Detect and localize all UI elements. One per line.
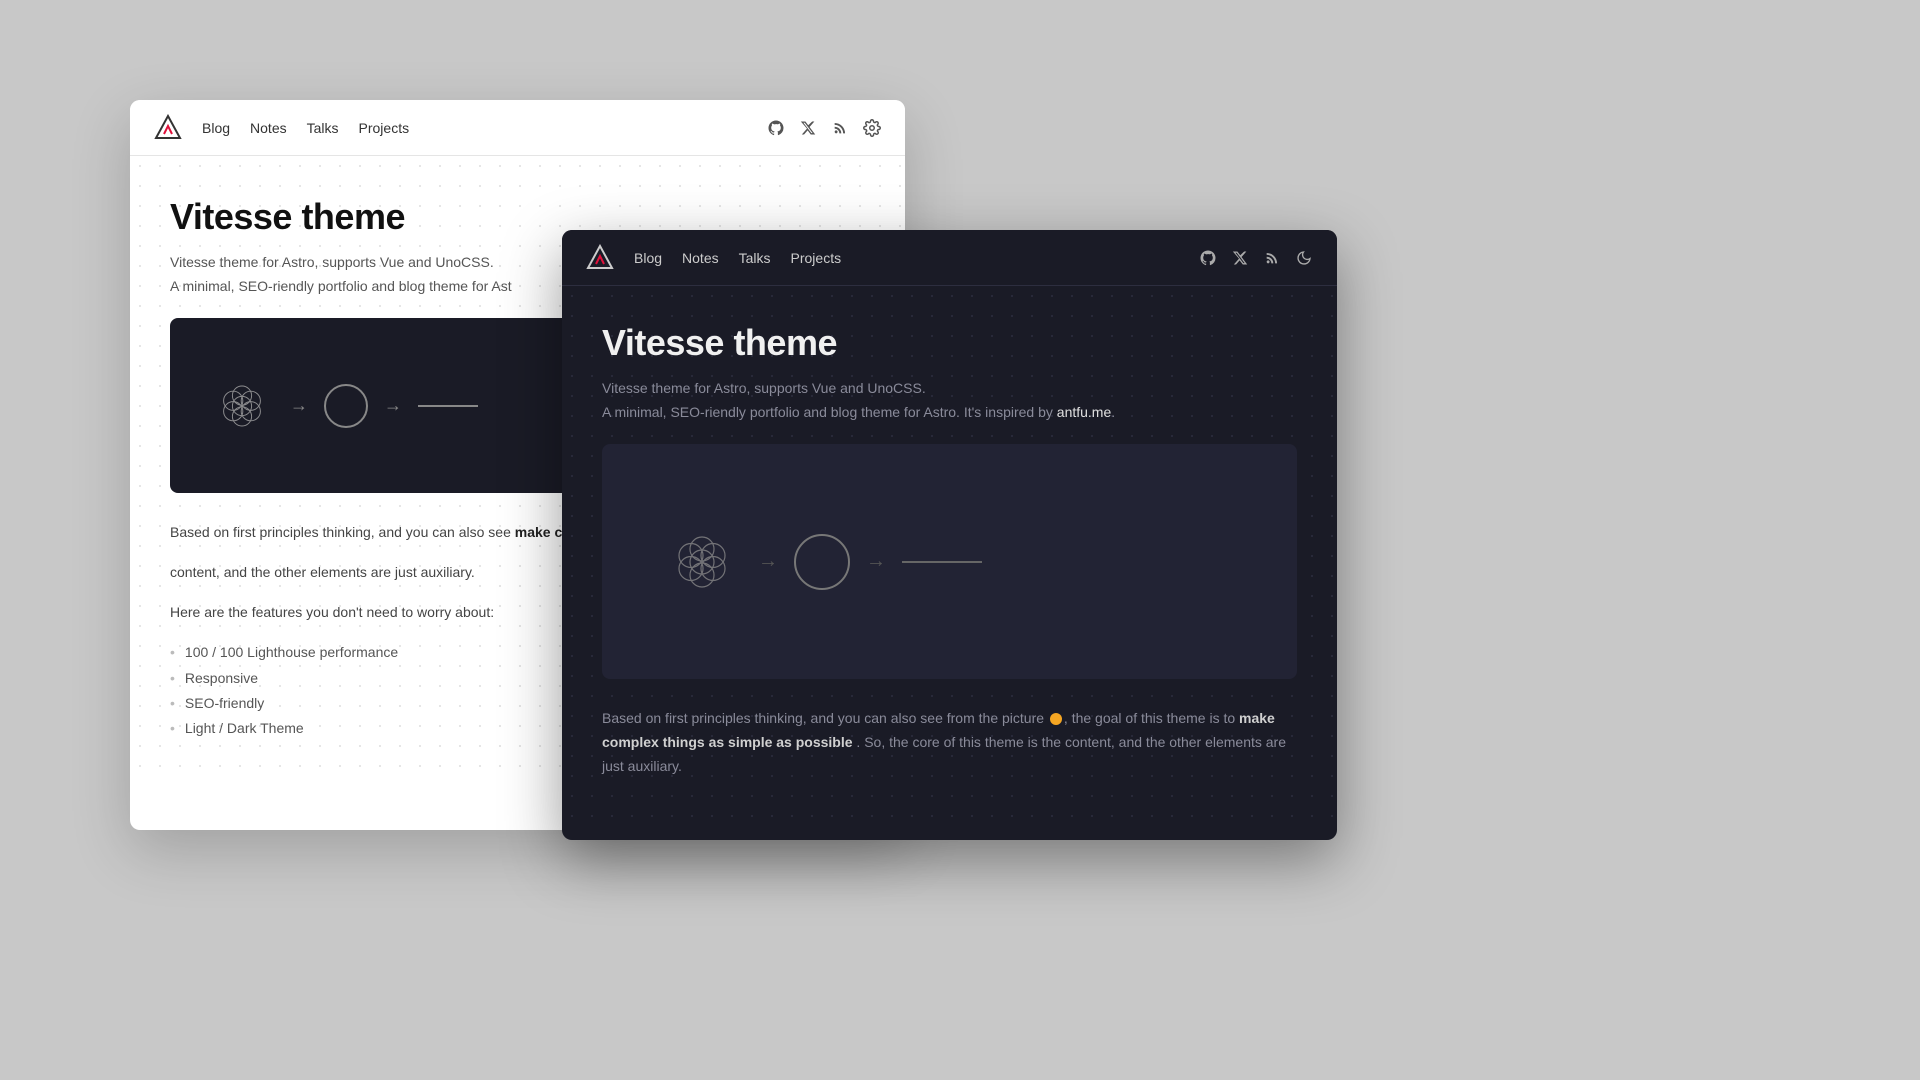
logo-light[interactable] [154, 114, 182, 142]
nav-link-blog-light[interactable]: Blog [202, 120, 230, 136]
nav-link-talks-light[interactable]: Talks [307, 120, 339, 136]
graphic-light: → → [210, 374, 478, 438]
content-dark: Vitesse theme Vitesse theme for Astro, s… [562, 286, 1337, 826]
nav-dark: Blog Notes Talks Projects [562, 230, 1337, 286]
nav-icons-light [767, 119, 881, 137]
subtitle-dark: Vitesse theme for Astro, supports Vue an… [602, 380, 1297, 396]
github-icon-light[interactable] [767, 119, 785, 137]
antfu-link[interactable]: antfu.me [1057, 404, 1111, 420]
twitter-icon-dark[interactable] [1231, 249, 1249, 267]
page-title-dark: Vitesse theme [602, 322, 1297, 364]
circle-el-light [324, 384, 368, 428]
hline-dark [902, 561, 982, 563]
nav-link-talks-dark[interactable]: Talks [739, 250, 771, 266]
nav-light: Blog Notes Talks Projects [130, 100, 905, 156]
body-text-dark: Based on first principles thinking, and … [602, 707, 1297, 778]
emoji-dot [1050, 713, 1062, 725]
nav-link-blog-dark[interactable]: Blog [634, 250, 662, 266]
settings-icon-light[interactable] [863, 119, 881, 137]
arrow1-light: → [290, 395, 308, 416]
arrow1-dark: → [758, 550, 778, 573]
logo-dark[interactable] [586, 244, 614, 272]
nav-links-light: Blog Notes Talks Projects [202, 120, 767, 136]
circle-el-dark [794, 534, 850, 590]
image-area-dark: → → [602, 444, 1297, 679]
github-icon-dark[interactable] [1199, 249, 1217, 267]
nav-link-notes-dark[interactable]: Notes [682, 250, 719, 266]
arrow2-dark: → [866, 550, 886, 573]
rss-icon-light[interactable] [831, 119, 849, 137]
nav-link-projects-light[interactable]: Projects [359, 120, 410, 136]
arrow2-light: → [384, 395, 402, 416]
rss-icon-dark[interactable] [1263, 249, 1281, 267]
nav-link-projects-dark[interactable]: Projects [791, 250, 842, 266]
moon-icon-dark[interactable] [1295, 249, 1313, 267]
nav-link-notes-light[interactable]: Notes [250, 120, 287, 136]
dark-window: Blog Notes Talks Projects Vitesse theme … [562, 230, 1337, 840]
hline-light [418, 405, 478, 407]
nav-links-dark: Blog Notes Talks Projects [634, 250, 1199, 266]
graphic-dark: → → [662, 522, 982, 602]
twitter-icon-light[interactable] [799, 119, 817, 137]
desc-dark: A minimal, SEO-riendly portfolio and blo… [602, 404, 1297, 420]
nav-icons-dark [1199, 249, 1313, 267]
